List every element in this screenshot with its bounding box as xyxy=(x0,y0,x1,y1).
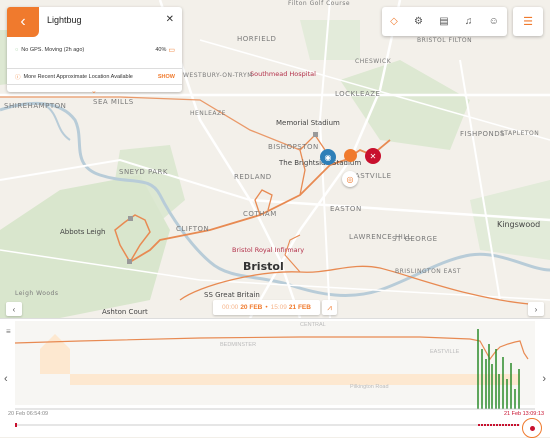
approx-location-banner[interactable]: ⓘ More Recent Approximate Location Avail… xyxy=(7,68,182,85)
show-button[interactable]: SHOW xyxy=(158,74,175,80)
line-chart-icon: ⩘ xyxy=(327,302,332,312)
map-label-brislington: BRISLINGTON EAST xyxy=(395,268,462,275)
alert-marker[interactable]: ✕ xyxy=(365,148,381,164)
start-date: 20 FEB xyxy=(240,304,263,311)
map-label-southmead: Southmead Hospital xyxy=(250,70,316,78)
map-prev-button[interactable]: ‹ xyxy=(6,302,22,316)
end-date: 21 FEB xyxy=(288,304,311,311)
map-label-fishponds: FISHPONDS xyxy=(460,130,506,138)
map-label-kingswood: Kingswood xyxy=(497,220,541,229)
map-label-horfield: HORFIELD xyxy=(237,35,277,43)
map-label-stapleton: STAPLETON xyxy=(500,130,540,137)
map-label-filton-golf: Filton Golf Course xyxy=(288,0,351,7)
map-label-abbots-leigh: Abbots Leigh xyxy=(60,228,106,236)
scrubber-dot-icon xyxy=(529,425,535,431)
map-label-bristol-royal: Bristol Royal Infirmary xyxy=(232,246,305,254)
approx-location-marker[interactable] xyxy=(344,149,357,162)
expand-chevron-icon[interactable]: ⌄ xyxy=(91,87,97,95)
gps-status-row: ◌ No GPS. Moving (2h ago) 40% ▭ xyxy=(7,43,182,57)
layers-button[interactable]: ☰ xyxy=(513,7,543,36)
user-icon[interactable]: ☺ xyxy=(489,16,499,27)
map-next-button[interactable]: › xyxy=(528,302,544,316)
wifi-location-marker[interactable]: ◉ xyxy=(320,149,336,165)
chevron-right-icon: › xyxy=(534,304,538,314)
graph-toggle-button[interactable]: ⩘ xyxy=(322,300,337,315)
overlay-label-b: BEDMINSTER xyxy=(220,342,257,348)
overlay-label-d: Pilkington Road xyxy=(350,384,389,390)
map-label-sneyd-park: SNEYD PARK xyxy=(119,168,169,176)
map-label-easton: EASTON xyxy=(330,205,362,213)
device-panel: ‹ Lightbug ✕ ◌ No GPS. Moving (2h ago) 4… xyxy=(7,7,182,95)
map-label-sea-mills: SEA MILLS xyxy=(93,98,134,106)
map-label-cotham: COTHAM xyxy=(243,210,277,218)
close-button[interactable]: ✕ xyxy=(166,14,174,25)
info-icon: ⓘ xyxy=(15,74,21,81)
diamond-icon[interactable]: ◇ xyxy=(390,16,398,27)
timeline-panel[interactable]: ≡ ‹ › CENTRAL BEDMINSTER EASTVILLE Pilki… xyxy=(0,318,550,438)
map-label-bishopston: BISHOPSTON xyxy=(268,143,319,151)
map-label-cheswick: CHESWICK xyxy=(355,58,392,65)
gps-status-text: No GPS. Moving (2h ago) xyxy=(21,47,85,53)
current-location-marker[interactable]: ◎ xyxy=(342,171,358,187)
timeline-start-label: 20 Feb 06:54:09 xyxy=(8,411,49,417)
location-pin-icon: ◌ xyxy=(15,47,19,53)
timeline-scrubber-handle[interactable] xyxy=(522,418,542,438)
device-title: Lightbug xyxy=(47,15,82,25)
top-toolbar: ◇ ⚙ ▤ ♫ ☺ xyxy=(382,7,507,36)
map-label-memorial: Memorial Stadium xyxy=(276,119,340,127)
start-time: 00:00 xyxy=(222,304,239,311)
map-label-henleaze: HENLEAZE xyxy=(190,110,226,117)
approx-location-text: More Recent Approximate Location Availab… xyxy=(23,73,133,80)
end-time: 15:09 xyxy=(270,304,287,311)
map-label-leigh-woods: Leigh Woods xyxy=(15,290,59,297)
map-label-shirehampton: SHIREHAMPTON xyxy=(4,102,67,110)
bell-icon[interactable]: ♫ xyxy=(465,16,473,27)
map-label-bristol-filton: BRISTOL FILTON xyxy=(417,37,473,44)
overlay-label-a: CENTRAL xyxy=(300,322,326,328)
map-label-clifton: CLIFTON xyxy=(176,225,210,233)
document-icon[interactable]: ▤ xyxy=(439,16,448,27)
timeline-end-label: 21 Feb 13:09:13 xyxy=(503,411,544,417)
map-label-great-britain: SS Great Britain xyxy=(204,291,260,299)
battery-icon: ▭ xyxy=(168,47,175,54)
map-label-westbury: WESTBURY-ON-TRYM xyxy=(183,72,253,79)
back-button[interactable]: ‹ xyxy=(7,7,39,37)
timeline-chart xyxy=(14,321,535,427)
chevron-left-icon: ‹ xyxy=(12,304,16,314)
date-separator: • xyxy=(265,304,268,311)
battery-percent: 40% xyxy=(155,47,167,53)
map-label-ashton-court: Ashton Court xyxy=(102,308,148,316)
overlay-label-c: EASTVILLE xyxy=(430,349,460,355)
map-label-redland: REDLAND xyxy=(234,173,272,181)
map-label-lockleaze: LOCKLEAZE xyxy=(335,90,381,98)
map-label-bristol: Bristol xyxy=(243,260,284,273)
gear-icon[interactable]: ⚙ xyxy=(414,16,423,27)
map-label-st-george: ST GEORGE xyxy=(392,235,438,243)
date-range-selector[interactable]: 00:00 20 FEB • 15:09 21 FEB xyxy=(213,300,320,315)
layers-icon: ☰ xyxy=(523,16,533,28)
chevron-left-icon: ‹ xyxy=(20,13,26,30)
